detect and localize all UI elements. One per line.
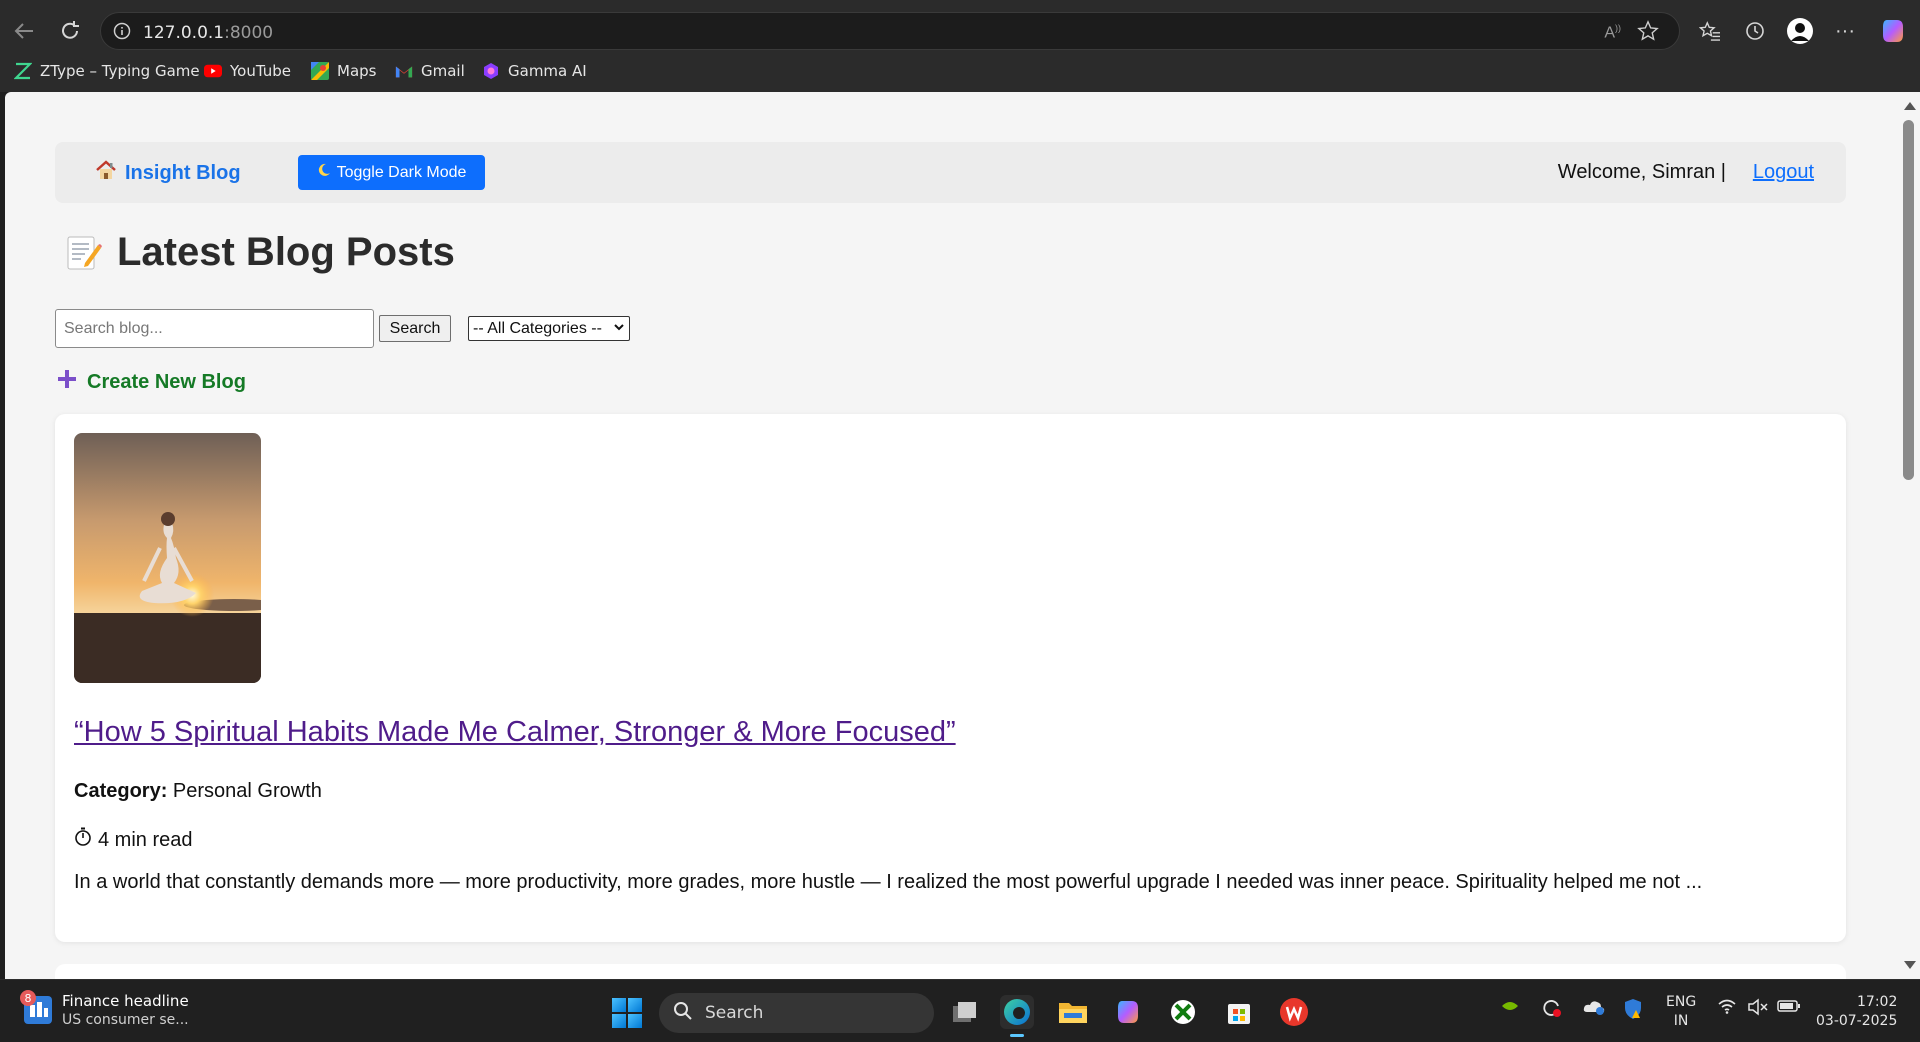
bookmark-youtube[interactable]: YouTube	[204, 62, 291, 80]
widgets-icon: 8	[20, 990, 52, 1024]
stopwatch-icon	[74, 827, 92, 853]
wps-office-icon[interactable]	[1277, 995, 1311, 1029]
widgets-badge: 8	[20, 990, 36, 1006]
favorites-icon[interactable]	[1694, 16, 1726, 46]
address-bar[interactable]: 127.0.0.1:8000 A))	[100, 12, 1680, 50]
site-info-icon[interactable]	[113, 22, 131, 45]
bookmarks-bar: ZType – Typing Game YouTube Maps Gmail G…	[0, 58, 1920, 88]
category-select[interactable]: -- All Categories --	[468, 316, 630, 341]
read-aloud-icon[interactable]: A))	[1604, 23, 1621, 42]
logout-link[interactable]: Logout	[1753, 161, 1814, 184]
more-menu-icon[interactable]: ···	[1829, 16, 1861, 46]
page-scrollbar[interactable]	[1898, 92, 1920, 979]
page-title: Latest Blog Posts	[63, 230, 455, 275]
page-title-text: Latest Blog Posts	[117, 230, 455, 274]
copilot-icon[interactable]	[1877, 16, 1909, 46]
browser-chrome: 127.0.0.1:8000 A)) ··· ZType – Typing Ga…	[0, 0, 1920, 92]
search-icon	[673, 1001, 693, 1026]
welcome-text: Welcome, Simran |	[1557, 161, 1726, 183]
url-text: 127.0.0.1:8000	[143, 23, 274, 43]
windows-logo-icon	[612, 998, 626, 1012]
language-indicator[interactable]: ENG IN	[1666, 993, 1696, 1031]
post-category-value: Personal Growth	[172, 780, 322, 802]
sync-tray-icon[interactable]	[1541, 998, 1563, 1022]
copilot-app-icon[interactable]	[1111, 995, 1145, 1029]
youtube-icon	[204, 62, 222, 80]
maps-icon	[311, 62, 329, 80]
xbox-icon[interactable]	[1166, 995, 1200, 1029]
bookmark-ztype[interactable]: ZType – Typing Game	[14, 62, 200, 80]
category-select-value: -- All Categories --	[473, 319, 602, 337]
brand-label: Insight Blog	[125, 161, 241, 184]
task-view-icon[interactable]	[948, 995, 982, 1029]
nvidia-tray-icon[interactable]	[1500, 998, 1520, 1018]
volume-muted-icon[interactable]	[1747, 998, 1769, 1020]
scroll-up-icon[interactable]	[1904, 102, 1916, 110]
edge-browser-icon[interactable]	[1000, 995, 1034, 1037]
next-post-card	[55, 964, 1846, 979]
scroll-thumb[interactable]	[1903, 120, 1914, 480]
taskbar-search[interactable]: Search	[659, 993, 934, 1033]
profile-avatar[interactable]	[1784, 16, 1816, 46]
site-navbar: Insight Blog Toggle Dark Mode Welcome, S…	[55, 142, 1846, 203]
toggle-dark-mode-button[interactable]: Toggle Dark Mode	[298, 155, 485, 190]
address-row: 127.0.0.1:8000 A)) ···	[0, 6, 1920, 54]
moon-icon	[317, 163, 331, 182]
onedrive-tray-icon[interactable]	[1582, 998, 1606, 1020]
gamma-icon	[482, 62, 500, 80]
clock-date: 03-07-2025	[1816, 1013, 1898, 1029]
ztype-icon	[14, 62, 32, 80]
post-category-label: Category:	[74, 780, 168, 802]
start-button[interactable]	[612, 998, 642, 1028]
create-new-blog-link[interactable]: Create New Blog	[57, 369, 246, 395]
toggle-dark-mode-label: Toggle Dark Mode	[336, 163, 467, 181]
bookmark-gamma[interactable]: Gamma AI	[482, 62, 587, 80]
house-icon	[95, 160, 117, 186]
page-viewport: Insight Blog Toggle Dark Mode Welcome, S…	[5, 92, 1898, 979]
back-button[interactable]	[6, 14, 42, 48]
create-new-blog-label: Create New Blog	[87, 370, 246, 393]
post-thumbnail[interactable]	[74, 433, 261, 683]
widget-title: Finance headline	[62, 992, 189, 1010]
search-button[interactable]: Search	[379, 315, 451, 342]
battery-icon[interactable]	[1777, 998, 1801, 1018]
windows-taskbar: 8 Finance headline US consumer se... Sea…	[0, 979, 1920, 1042]
scroll-down-icon[interactable]	[1904, 961, 1916, 969]
post-read-time: 4 min read	[74, 827, 193, 853]
microsoft-store-icon[interactable]	[1222, 995, 1256, 1029]
back-arrow-icon	[14, 23, 33, 39]
file-explorer-icon[interactable]	[1056, 995, 1090, 1029]
post-read-time-text: 4 min read	[98, 828, 193, 851]
bookmark-gmail[interactable]: Gmail	[395, 62, 465, 80]
blog-post-card: “How 5 Spiritual Habits Made Me Calmer, …	[55, 414, 1846, 942]
widgets-button[interactable]: 8 Finance headline US consumer se...	[20, 990, 189, 1028]
taskbar-search-label: Search	[705, 1003, 764, 1023]
wifi-icon[interactable]	[1717, 998, 1737, 1018]
history-icon[interactable]	[1739, 16, 1771, 46]
clock-time: 17:02	[1857, 994, 1898, 1010]
refresh-icon	[62, 21, 79, 39]
post-excerpt: In a world that constantly demands more …	[74, 871, 1703, 893]
post-category: Category: Personal Growth	[74, 780, 322, 803]
refresh-button[interactable]	[52, 14, 88, 48]
gmail-icon	[395, 62, 413, 80]
favorite-star-icon[interactable]	[1637, 20, 1659, 47]
post-title-link[interactable]: “How 5 Spiritual Habits Made Me Calmer, …	[74, 716, 956, 749]
widget-subtitle: US consumer se...	[62, 1012, 189, 1028]
brand-link[interactable]: Insight Blog	[95, 160, 241, 186]
security-tray-icon[interactable]	[1622, 998, 1644, 1024]
memo-icon	[63, 233, 103, 273]
plus-icon	[57, 369, 77, 395]
bookmark-maps[interactable]: Maps	[311, 62, 376, 80]
system-clock[interactable]: 17:02 03-07-2025	[1816, 993, 1897, 1031]
chevron-down-icon	[613, 320, 625, 339]
search-input[interactable]	[55, 309, 374, 348]
